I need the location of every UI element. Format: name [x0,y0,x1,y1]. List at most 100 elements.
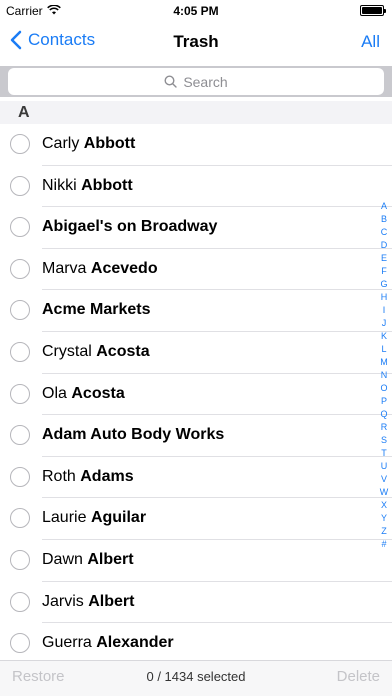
section-header: A [0,101,392,124]
index-letter[interactable]: Z [381,525,387,538]
contact-name: Nikki Abbott [42,177,133,195]
contact-first-name: Roth [42,467,76,485]
status-time: 4:05 PM [173,4,219,18]
contact-row[interactable]: Adam Auto Body Works [0,415,392,457]
search-bar: Search [0,66,392,97]
contact-row[interactable]: Acme Markets [0,290,392,332]
select-circle-icon[interactable] [10,134,30,154]
contact-name: Carly Abbott [42,135,135,153]
index-letter[interactable]: P [381,395,387,408]
contact-row[interactable]: Nikki Abbott [0,166,392,208]
contact-last-name: Abbott [83,135,136,152]
index-letter[interactable]: U [381,460,388,473]
contact-last-name: Abbott [81,176,133,194]
battery-icon [360,5,386,16]
contact-row[interactable]: Marva Acevedo [0,249,392,291]
contact-first-name: Guerra [42,634,92,652]
search-icon [164,75,178,88]
index-letter[interactable]: R [381,421,388,434]
contact-row[interactable]: Crystal Acosta [0,332,392,374]
contact-last-name: Aguilar [90,509,147,527]
select-circle-icon[interactable] [10,217,30,238]
index-letter[interactable]: W [380,486,389,499]
select-circle-icon[interactable] [10,300,30,321]
index-letter[interactable]: J [382,317,387,330]
contact-last-name: Acosta [96,342,150,360]
index-letter[interactable]: B [381,213,387,226]
contact-last-name: Alexander [96,634,174,652]
select-circle-icon[interactable] [10,425,30,446]
index-letter[interactable]: O [380,382,387,395]
contact-last-name: Adams [80,467,134,485]
contact-first-name: Ola [42,384,67,402]
contact-name: Laurie Aguilar [42,509,146,527]
contact-first-name: Nikki [42,176,77,194]
section-letter: A [18,104,30,121]
index-letter[interactable]: X [381,499,387,512]
section-index-bar[interactable]: A B C D E F G H I J K L M N O P Q R S T U V W X Y Z # [378,200,390,551]
index-letter[interactable]: S [381,434,387,447]
index-letter[interactable]: Y [381,512,387,525]
contact-last-name: Adam Auto Body Works [42,426,225,444]
contact-last-name: Acosta [71,384,125,402]
contact-first-name: Laurie [42,509,87,527]
index-letter[interactable]: V [381,473,387,486]
contact-name: Ola Acosta [42,385,125,403]
contact-last-name: Albert [88,592,135,610]
contact-first-name: Dawn [42,550,83,568]
index-letter[interactable]: C [381,226,388,239]
contact-name: Jarvis Albert [42,593,134,611]
search-placeholder: Search [183,73,228,90]
select-circle-icon[interactable] [10,341,30,362]
index-letter[interactable]: T [381,447,387,460]
index-letter[interactable]: D [381,239,388,252]
bottom-toolbar: Restore 0 / 1434 selected Delete [0,660,392,696]
contact-last-name: Acme Markets [42,301,151,319]
navigation-bar: Contacts Trash All [0,22,392,66]
contact-row[interactable]: Abigael's on Broadway [0,207,392,249]
select-circle-icon[interactable] [10,175,30,196]
index-letter[interactable]: E [381,252,387,265]
select-circle-icon[interactable] [10,383,30,404]
selected-count: 0 / 1434 selected [146,669,246,684]
index-letter[interactable]: K [381,330,387,343]
select-circle-icon[interactable] [10,466,30,487]
index-letter[interactable]: A [381,200,387,213]
select-circle-icon[interactable] [10,258,30,279]
contact-name: Abigael's on Broadway [42,218,217,236]
index-letter[interactable]: H [381,291,388,304]
search-input[interactable]: Search [8,68,384,95]
index-letter[interactable]: I [383,304,386,317]
page-title: Trash [173,32,219,51]
contact-row[interactable]: Carly Abbott [0,124,392,166]
contact-name: Crystal Acosta [42,343,150,361]
index-letter[interactable]: # [381,538,386,551]
select-circle-icon[interactable] [10,591,30,612]
select-circle-icon[interactable] [10,508,30,529]
select-circle-icon[interactable] [10,549,30,570]
contact-row[interactable]: Laurie Aguilar [0,498,392,540]
contact-name: Adam Auto Body Works [42,426,224,444]
select-circle-icon[interactable] [10,633,30,654]
select-all-button[interactable]: All [361,32,380,52]
contact-row[interactable]: Jarvis Albert [0,582,392,624]
index-letter[interactable]: F [381,265,387,278]
contact-name: Acme Markets [42,301,151,319]
status-bar: Carrier 4:05 PM [0,0,392,22]
index-letter[interactable]: N [381,369,388,382]
delete-button[interactable]: Delete [337,668,380,685]
contact-row[interactable]: Dawn Albert [0,540,392,582]
index-letter[interactable]: M [380,356,388,369]
contact-row[interactable]: Guerra Alexander [0,623,392,665]
index-letter[interactable]: Q [380,408,387,421]
contact-name: Roth Adams [42,468,134,486]
contact-list: Carly Abbott Nikki Abbott Abigael's on Bro… [0,124,392,665]
index-letter[interactable]: L [381,343,386,356]
contact-row[interactable]: Ola Acosta [0,374,392,416]
contact-first-name: Carly [42,135,80,152]
index-letter[interactable]: G [380,278,387,291]
contact-name: Guerra Alexander [42,634,174,652]
contact-last-name: Albert [87,550,134,568]
contact-name: Marva Acevedo [42,260,158,278]
contact-row[interactable]: Roth Adams [0,457,392,499]
